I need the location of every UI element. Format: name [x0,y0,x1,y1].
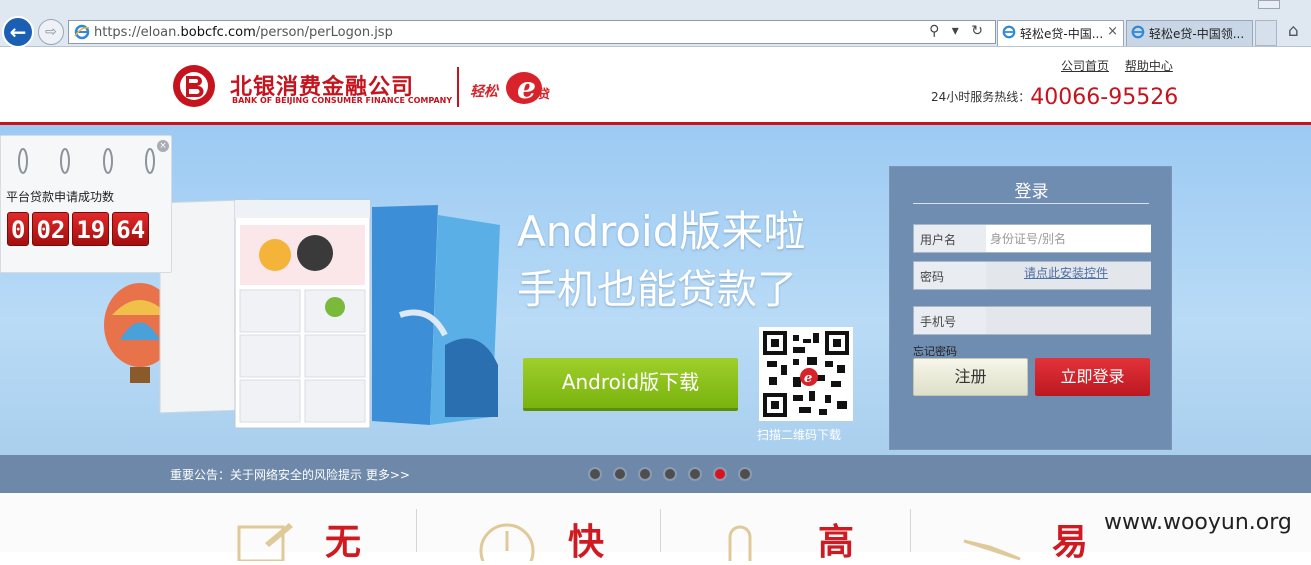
home-icon[interactable]: ⌂ [1288,21,1308,41]
ie-icon [1131,25,1145,39]
hotline-label: 24小时服务热线： [931,90,1031,104]
phone-input[interactable] [986,307,1151,334]
header-links: 公司首页 帮助中心 [1061,57,1185,74]
easy-eloan-logo-icon: e 轻松 贷 [470,71,550,106]
password-label: 密码 [920,270,945,284]
install-plugin-link[interactable]: 请点此安装控件 [1024,264,1108,281]
svg-text:e: e [804,371,812,386]
register-button[interactable]: 注册 [913,358,1028,396]
tab-inactive[interactable]: 轻松e贷-中国领... [1126,20,1253,46]
feature-char: 易 [1052,521,1089,563]
svg-text:轻松: 轻松 [470,83,500,100]
counter-digit: 64 [112,212,150,246]
url-text: https://eloan.bobcfc.com/person/perLogon… [94,25,393,40]
username-row: 用户名 身份证号/别名 [913,224,1151,253]
username-label: 用户名 [920,233,957,247]
brand-name-en: BANK OF BEIJING CONSUMER FINANCE COMPANY [232,96,453,105]
tab-active[interactable]: 轻松e贷-中国... × [997,20,1124,46]
counter-title: 平台贷款申请成功数 [6,190,115,204]
svg-text:贷: 贷 [538,86,550,101]
feature-separator [416,509,417,552]
site-header: 北银消费金融公司 BANK OF BEIJING CONSUMER FINANC… [0,47,1311,125]
header-divider [457,67,459,107]
minimize-button[interactable] [1258,0,1280,9]
phone-row: 手机号 [913,306,1151,335]
svg-text:e: e [517,71,536,106]
address-tools-icon[interactable]: ⚲ ▾ ↻ [929,23,987,39]
browser-toolbar: ← ⇨ https://eloan.bobcfc.com/person/perL… [0,0,1311,48]
username-input[interactable]: 身份证号/别名 [986,225,1151,252]
feature-char: 高 [818,521,855,563]
new-tab-button[interactable] [1255,20,1277,46]
login-divider [913,203,1149,204]
notice-bar: 重要公告：关于网络安全的风险提示 更多>> [0,455,1311,493]
ie-icon [1002,25,1016,39]
counter-digit: 02 [32,212,70,246]
slide-dot[interactable] [613,467,627,481]
slide-dots [588,467,752,481]
close-icon[interactable]: × [1107,24,1118,39]
ie-icon [74,24,90,40]
home-link[interactable]: 公司首页 [1061,59,1109,73]
loan-counter-widget: × 平台贷款申请成功数 0 02 19 64 [0,135,172,273]
banner-headline: Android版来啦 [517,207,806,256]
lock-icon [728,525,752,561]
login-panel: 登录 用户名 身份证号/别名 密码 请点此安装控件 手机号 [889,166,1172,450]
counter-digit: 0 [7,212,30,246]
counter-digits: 0 02 19 64 [7,212,150,246]
qr-caption: 扫描二维码下载 [757,428,842,442]
slide-dot[interactable] [663,467,677,481]
forgot-password-link[interactable]: 忘记密码 [913,343,957,359]
slide-dot[interactable] [588,467,602,481]
slide-dot[interactable] [638,467,652,481]
qr-code-icon: e [763,331,849,417]
android-download-button[interactable]: Android版下载 [523,358,738,408]
feature-separator [660,509,661,552]
login-button[interactable]: 立即登录 [1035,358,1150,396]
pencil-note-icon [237,523,293,561]
notice-link[interactable]: 重要公告：关于网络安全的风险提示 更多>> [170,466,410,483]
slide-dot[interactable] [713,467,727,481]
binder-rings-icon [18,148,155,174]
clock-icon [479,523,535,561]
slide-dot[interactable] [738,467,752,481]
paper-plane-icon [963,539,1021,561]
login-title: 登录 [1014,182,1049,202]
tab-label: 轻松e贷-中国... [1020,27,1104,41]
bank-logo-icon [173,65,215,107]
hotline: 24小时服务热线：40066-95526 [931,85,1178,110]
qr-code: e [759,327,853,421]
banner-subheadline: 手机也能贷款了 [517,267,797,313]
forward-arrow-icon[interactable]: ⇨ [38,19,64,45]
watermark: www.wooyun.org [1104,510,1292,535]
phone-label: 手机号 [920,315,957,329]
feature-separator [910,509,911,552]
close-icon[interactable]: × [157,140,169,152]
slide-dot[interactable] [688,467,702,481]
feature-char: 快 [568,521,605,563]
counter-digit: 19 [72,212,110,246]
back-arrow-icon[interactable]: ← [2,16,34,48]
feature-char: 无 [325,521,362,563]
help-link[interactable]: 帮助中心 [1125,59,1173,73]
address-bar[interactable]: https://eloan.bobcfc.com/person/perLogon… [68,20,996,44]
hotline-number: 40066-95526 [1030,85,1179,110]
tab-label: 轻松e贷-中国领... [1149,27,1245,41]
